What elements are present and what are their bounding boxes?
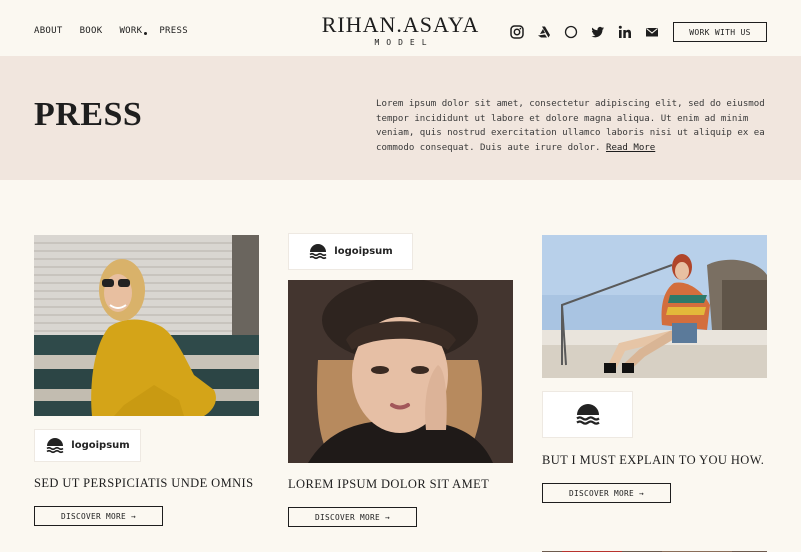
logoipsum-icon <box>575 403 600 425</box>
logoipsum-icon <box>309 243 327 259</box>
arrow-right-icon: → <box>130 511 136 521</box>
arrow-right-icon: → <box>638 488 644 498</box>
hero-description: Lorem ipsum dolor sit amet, consectetur … <box>376 97 768 156</box>
discover-more-button-1[interactable]: DISCOVER MORE → <box>34 506 163 526</box>
discover-more-button-3[interactable]: DISCOVER MORE → <box>542 483 671 503</box>
discover-label: DISCOVER MORE <box>315 512 380 522</box>
work-with-us-button[interactable]: WORK WITH US <box>673 22 767 42</box>
discover-more-button-2[interactable]: DISCOVER MORE → <box>288 507 417 527</box>
mail-icon[interactable] <box>644 24 659 39</box>
card-title-2[interactable]: LOREM IPSUM DOLOR SIT AMET <box>288 477 489 492</box>
press-photo-striped-top[interactable] <box>542 235 767 378</box>
press-photo-fur-hat[interactable] <box>288 280 513 463</box>
discover-label: DISCOVER MORE <box>569 488 634 498</box>
social-links <box>509 24 671 39</box>
logoipsum-icon <box>46 437 64 453</box>
twitter-icon[interactable] <box>590 24 605 39</box>
hero-body: Lorem ipsum dolor sit amet, consectetur … <box>376 99 765 154</box>
card-title-3[interactable]: BUT I MUST EXPLAIN TO YOU HOW. <box>542 453 764 468</box>
arrow-right-icon: → <box>384 512 390 522</box>
publication-logo-3[interactable] <box>542 391 633 438</box>
publication-logo-2[interactable]: logoipsum <box>288 233 413 270</box>
logo-text: logoipsum <box>334 246 393 257</box>
page-title: PRESS <box>34 96 143 133</box>
press-photo-partial[interactable] <box>542 544 767 552</box>
card-title-1[interactable]: SED UT PERSPICIATIS UNDE OMNIS <box>34 476 253 491</box>
site-header: ABOUT BOOK WORK PRESS RIHAN.ASAYA MODEL … <box>0 0 801 56</box>
linkedin-icon[interactable] <box>617 24 632 39</box>
publication-logo-1[interactable]: logoipsum <box>34 429 141 462</box>
artstation-icon[interactable] <box>536 24 551 39</box>
read-more-link[interactable]: Read More <box>606 143 655 153</box>
instagram-icon[interactable] <box>509 24 524 39</box>
press-photo-yellow-outfit[interactable] <box>34 235 259 416</box>
circle-icon[interactable] <box>563 24 578 39</box>
discover-label: DISCOVER MORE <box>61 511 126 521</box>
press-hero: PRESS Lorem ipsum dolor sit amet, consec… <box>0 56 801 180</box>
logo-text: logoipsum <box>71 440 130 451</box>
